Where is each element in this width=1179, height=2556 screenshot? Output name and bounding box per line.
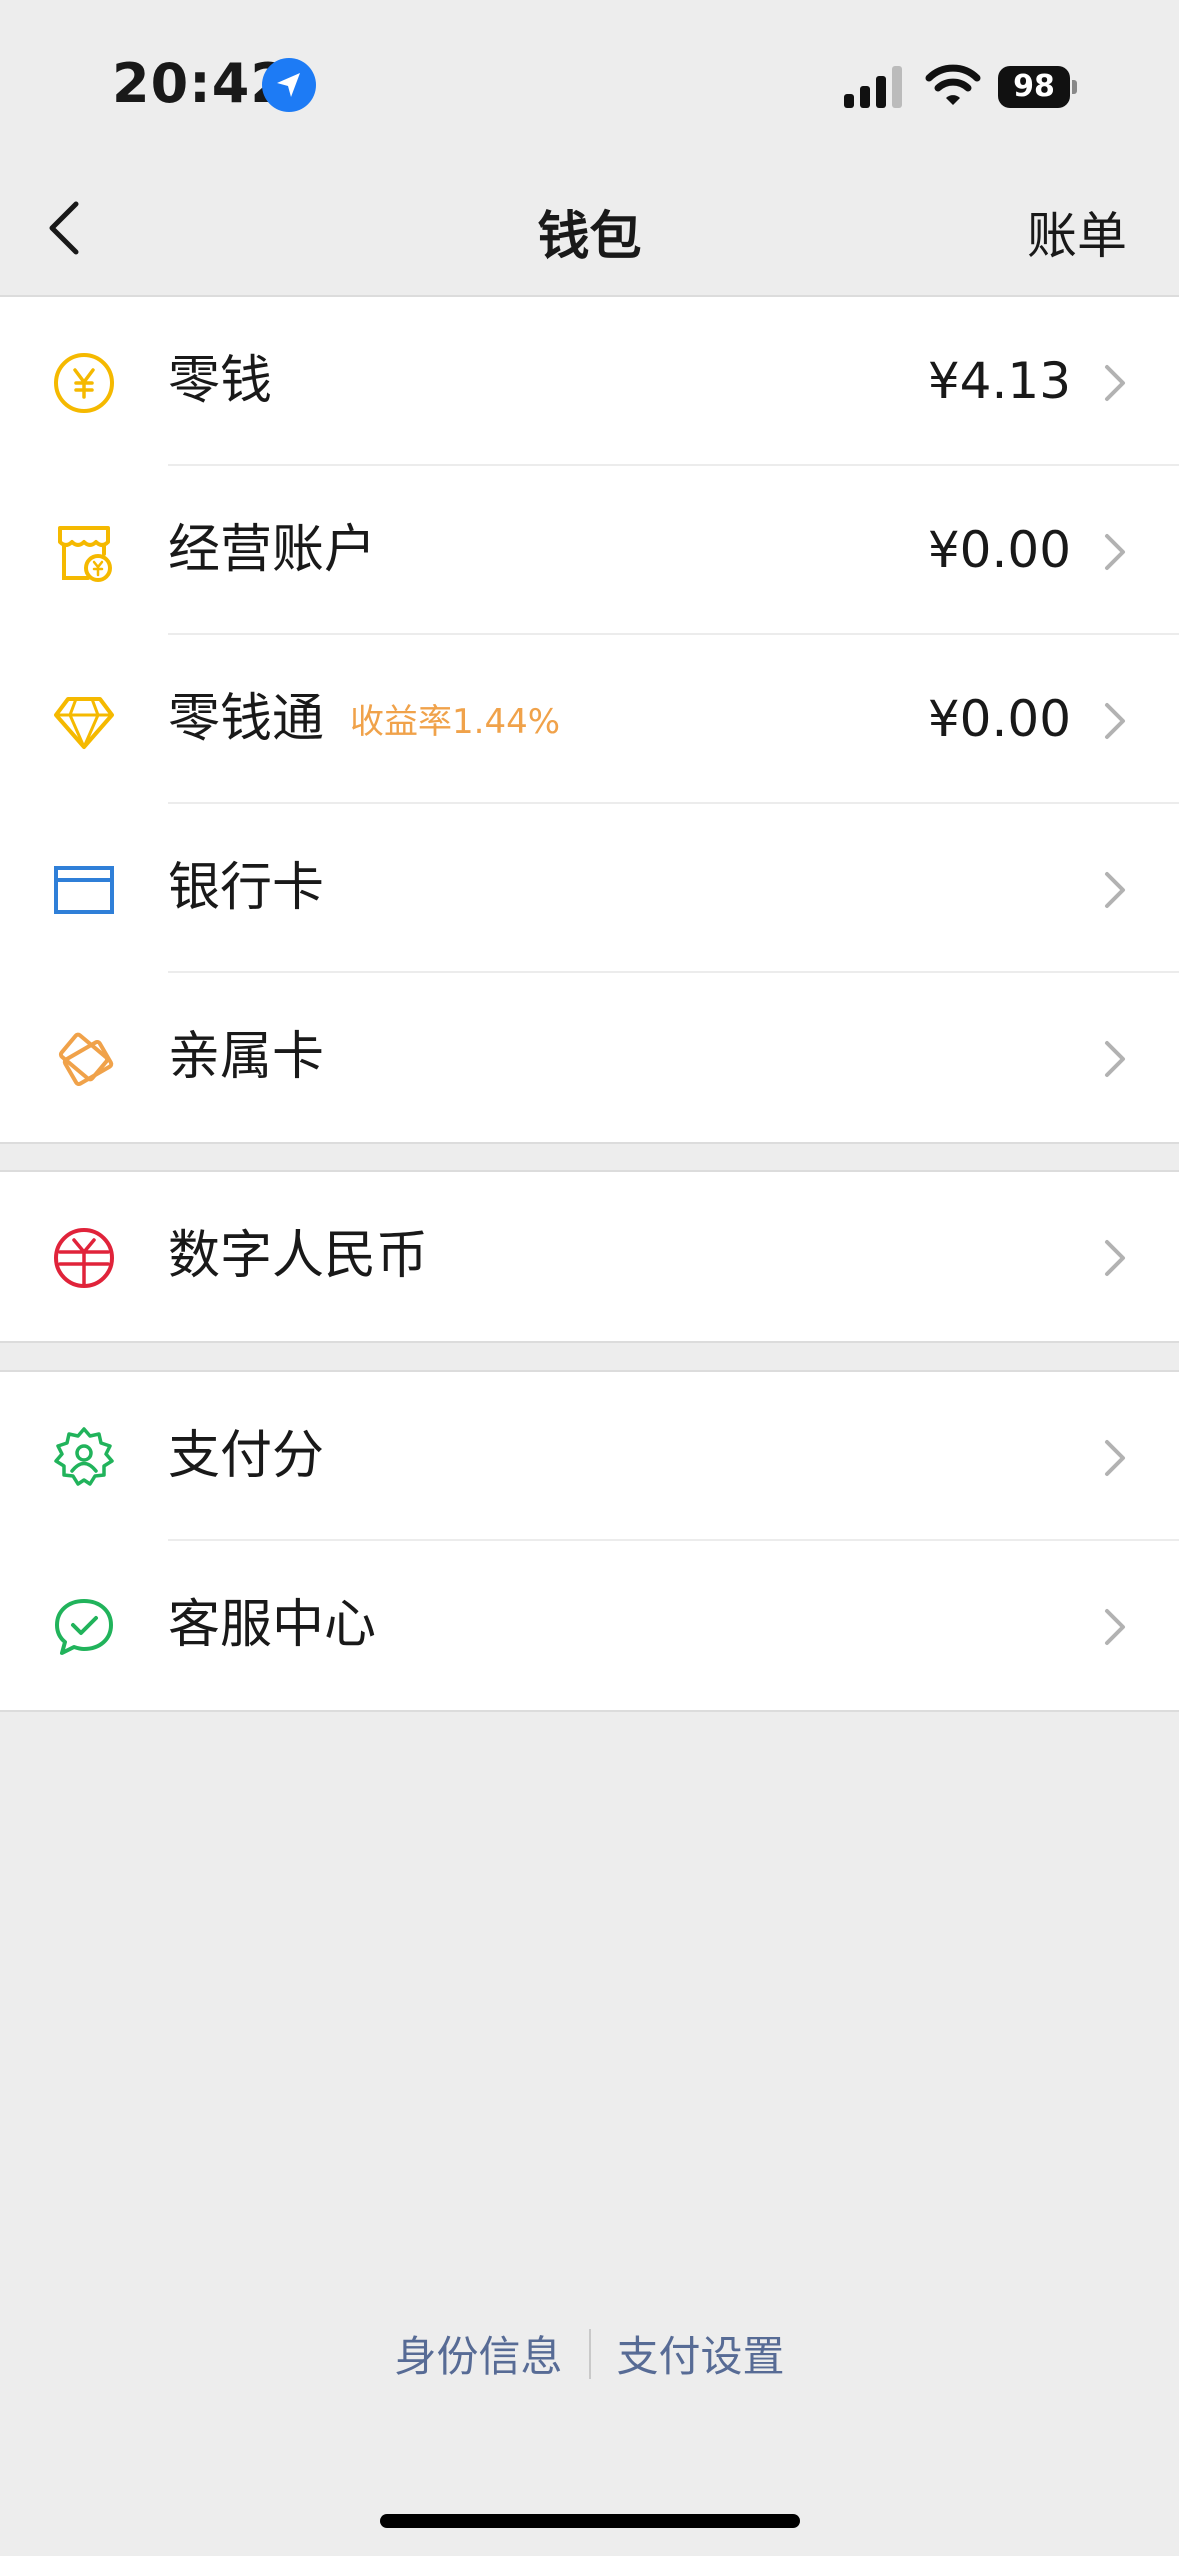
- chevron-right-icon: [1105, 872, 1125, 908]
- list-item-change[interactable]: 零钱 ¥4.13: [0, 297, 1179, 466]
- list-item-lingqiantong[interactable]: 零钱通 收益率1.44% ¥0.00: [0, 635, 1179, 804]
- wallet-group-digital-rmb: 数字人民币: [0, 1170, 1179, 1343]
- list-item-bank-card[interactable]: 银行卡: [0, 804, 1179, 973]
- item-value-business-account: ¥0.00: [927, 521, 1071, 579]
- battery-level: 98: [998, 66, 1070, 108]
- pay-score-icon: [54, 1427, 114, 1486]
- nav-bar: 钱包 账单: [0, 150, 1179, 297]
- list-item-digital-rmb[interactable]: 数字人民币: [0, 1172, 1179, 1341]
- list-item-pay-score[interactable]: 支付分: [0, 1372, 1179, 1541]
- diamond-icon: [54, 697, 114, 749]
- bank-card-icon: [54, 866, 114, 914]
- item-title-lingqiantong: 零钱通: [168, 689, 325, 749]
- page-title: 钱包: [537, 207, 642, 267]
- chevron-right-icon: [1105, 534, 1125, 570]
- item-label-bank-card: 银行卡: [168, 858, 325, 918]
- footer-links: 身份信息 支付设置: [0, 2323, 1179, 2384]
- item-label-lingqiantong: 零钱通 收益率1.44%: [168, 687, 560, 754]
- coin-yuan-icon: [54, 353, 114, 413]
- item-label-business-account: 经营账户: [168, 520, 377, 580]
- identity-info-link[interactable]: 身份信息: [394, 2323, 562, 2384]
- wallet-group-main: 零钱 ¥4.13 经营账户 ¥0.00 零钱通 收益率1.44% ¥0.00 银…: [0, 295, 1179, 1144]
- battery-tip: [1072, 80, 1077, 94]
- item-label-family-card: 亲属卡: [168, 1027, 325, 1087]
- chevron-right-icon: [1105, 1240, 1125, 1276]
- digital-rmb-icon: [54, 1228, 114, 1288]
- yield-rate-badge: 收益率1.44%: [350, 702, 561, 742]
- home-indicator[interactable]: [380, 2514, 800, 2528]
- list-item-customer-service[interactable]: 客服中心: [0, 1541, 1179, 1710]
- item-value-change: ¥4.13: [927, 352, 1071, 410]
- location-arrow-icon: [262, 58, 316, 112]
- chevron-right-icon: [1105, 1609, 1125, 1645]
- pay-settings-link[interactable]: 支付设置: [617, 2323, 785, 2384]
- customer-service-icon: [55, 1599, 113, 1655]
- item-value-lingqiantong: ¥0.00: [927, 690, 1071, 748]
- item-label-pay-score: 支付分: [168, 1426, 325, 1486]
- cellular-signal-icon: [844, 66, 902, 108]
- chevron-right-icon: [1105, 1440, 1125, 1476]
- status-bar: 20:42 98: [0, 0, 1179, 150]
- list-item-family-card[interactable]: 亲属卡: [0, 973, 1179, 1142]
- wifi-icon: [925, 64, 981, 105]
- storefront-icon: [58, 526, 112, 582]
- battery-indicator: 98: [998, 66, 1077, 108]
- chevron-right-icon: [1105, 1041, 1125, 1077]
- item-label-change: 零钱: [168, 351, 273, 411]
- item-label-digital-rmb: 数字人民币: [168, 1226, 429, 1286]
- list-item-business-account[interactable]: 经营账户 ¥0.00: [0, 466, 1179, 635]
- chevron-right-icon: [1105, 703, 1125, 739]
- family-card-icon: [58, 1032, 114, 1087]
- item-label-customer-service: 客服中心: [168, 1595, 377, 1655]
- chevron-right-icon: [1105, 365, 1125, 401]
- footer-separator: [588, 2328, 591, 2379]
- bill-button[interactable]: 账单: [1027, 196, 1127, 268]
- wallet-group-services: 支付分 客服中心: [0, 1370, 1179, 1712]
